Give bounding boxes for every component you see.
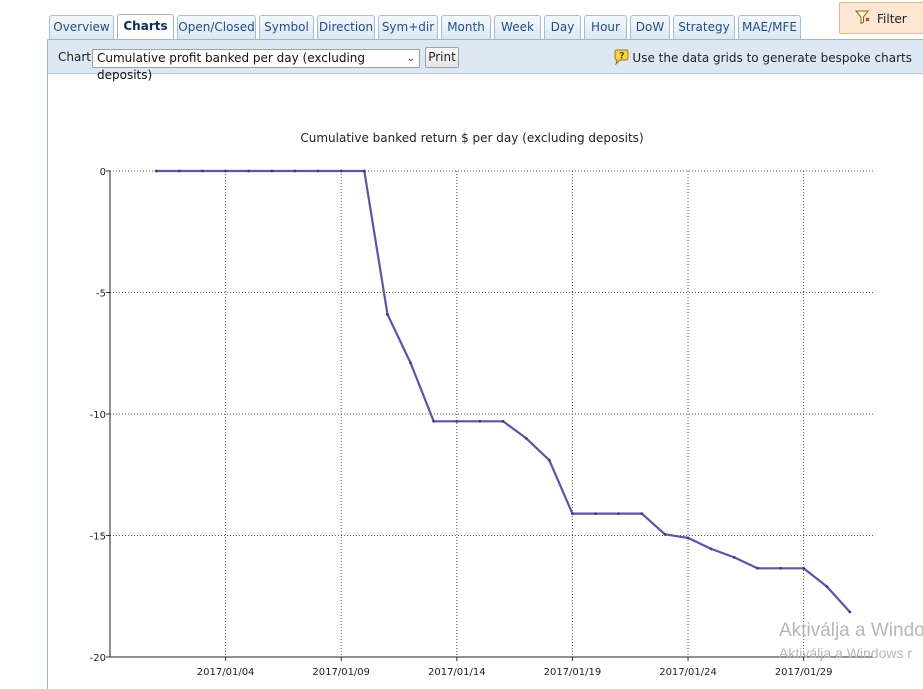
series-line [156, 169, 851, 613]
x-tick-label: 2017/01/04 [197, 667, 255, 678]
data-point [455, 419, 459, 423]
x-tick-label: 2017/01/14 [428, 667, 486, 678]
data-point [316, 169, 320, 173]
y-tick-label: -5 [96, 289, 106, 300]
tab-overview[interactable]: Overview [49, 15, 114, 39]
tab-week[interactable]: Week [494, 15, 541, 39]
windows-watermark-line1: Aktiválja a Windo [779, 620, 923, 641]
data-point [709, 547, 713, 551]
data-point [339, 169, 343, 173]
data-point [362, 169, 366, 173]
tab-bar: Overview Charts Open/Closed Symbol Direc… [0, 0, 923, 40]
tab-charts[interactable]: Charts [117, 14, 174, 40]
y-tick-label: 0 [100, 167, 106, 178]
funnel-icon [855, 10, 870, 25]
charts-panel: Chart: Cumulative profit banked per day … [47, 39, 923, 689]
data-point [293, 169, 297, 173]
data-point [501, 419, 505, 423]
data-point [755, 566, 759, 570]
data-point [177, 169, 181, 173]
tab-open-closed[interactable]: Open/Closed [177, 15, 256, 39]
tab-dow[interactable]: DoW [630, 15, 670, 39]
data-point [594, 512, 597, 516]
chart-label: Chart: [58, 50, 96, 64]
chart-type-select[interactable]: Cumulative profit banked per day (exclud… [92, 49, 420, 82]
windows-watermark-line2: Aktiválja a Windows r [779, 645, 913, 661]
tab-mae-mfe[interactable]: MAE/MFE [738, 15, 801, 39]
data-point [247, 169, 251, 173]
data-point [802, 566, 806, 570]
data-point [547, 458, 551, 462]
filter-label: Filter [877, 12, 907, 26]
chart-toolbar: Chart: Cumulative profit banked per day … [48, 40, 923, 82]
x-tick-label: 2017/01/24 [659, 667, 717, 678]
cumulative-return-chart: Cumulative banked return $ per day (excl… [90, 131, 873, 678]
tab-strategy[interactable]: Strategy [673, 15, 735, 39]
y-tick-label: -15 [90, 532, 106, 543]
tab-direction[interactable]: Direction [317, 15, 375, 39]
data-point [779, 566, 782, 570]
tab-day[interactable]: Day [544, 15, 581, 39]
data-point [663, 532, 667, 536]
x-tick-label: 2017/01/19 [544, 667, 602, 678]
tab-hour[interactable]: Hour [584, 15, 627, 39]
data-point [640, 512, 644, 516]
data-point [409, 361, 412, 365]
chevron-down-icon: ⌄ [406, 53, 415, 64]
x-tick-label: 2017/01/29 [775, 667, 833, 678]
tab-month[interactable]: Month [441, 15, 491, 39]
data-point [154, 169, 158, 173]
chart-title: Cumulative banked return $ per day (excl… [300, 131, 643, 145]
tab-sym-dir[interactable]: Sym+dir [378, 15, 438, 39]
data-point [201, 169, 204, 173]
data-point [732, 555, 736, 559]
data-point [432, 419, 436, 423]
help-bubble-icon: ? [614, 49, 629, 66]
data-point [848, 610, 852, 614]
y-tick-label: -20 [90, 653, 106, 664]
data-point [825, 585, 829, 588]
print-button[interactable]: Print [425, 47, 459, 68]
data-point [571, 512, 574, 516]
x-tick-label: 2017/01/09 [312, 667, 370, 678]
bespoke-charts-hint: ? Use the data grids to generate bespoke… [613, 49, 912, 66]
data-point [524, 436, 528, 440]
data-point [686, 536, 690, 540]
svg-text:?: ? [620, 52, 625, 62]
data-point [478, 419, 482, 423]
data-point [617, 512, 621, 516]
y-tick-label: -10 [90, 410, 106, 421]
hint-text: Use the data grids to generate bespoke c… [632, 51, 912, 65]
data-point [270, 169, 274, 173]
tab-symbol[interactable]: Symbol [259, 15, 314, 39]
data-point [224, 169, 228, 173]
filter-button[interactable]: Filter [839, 2, 923, 34]
data-point [386, 312, 389, 316]
